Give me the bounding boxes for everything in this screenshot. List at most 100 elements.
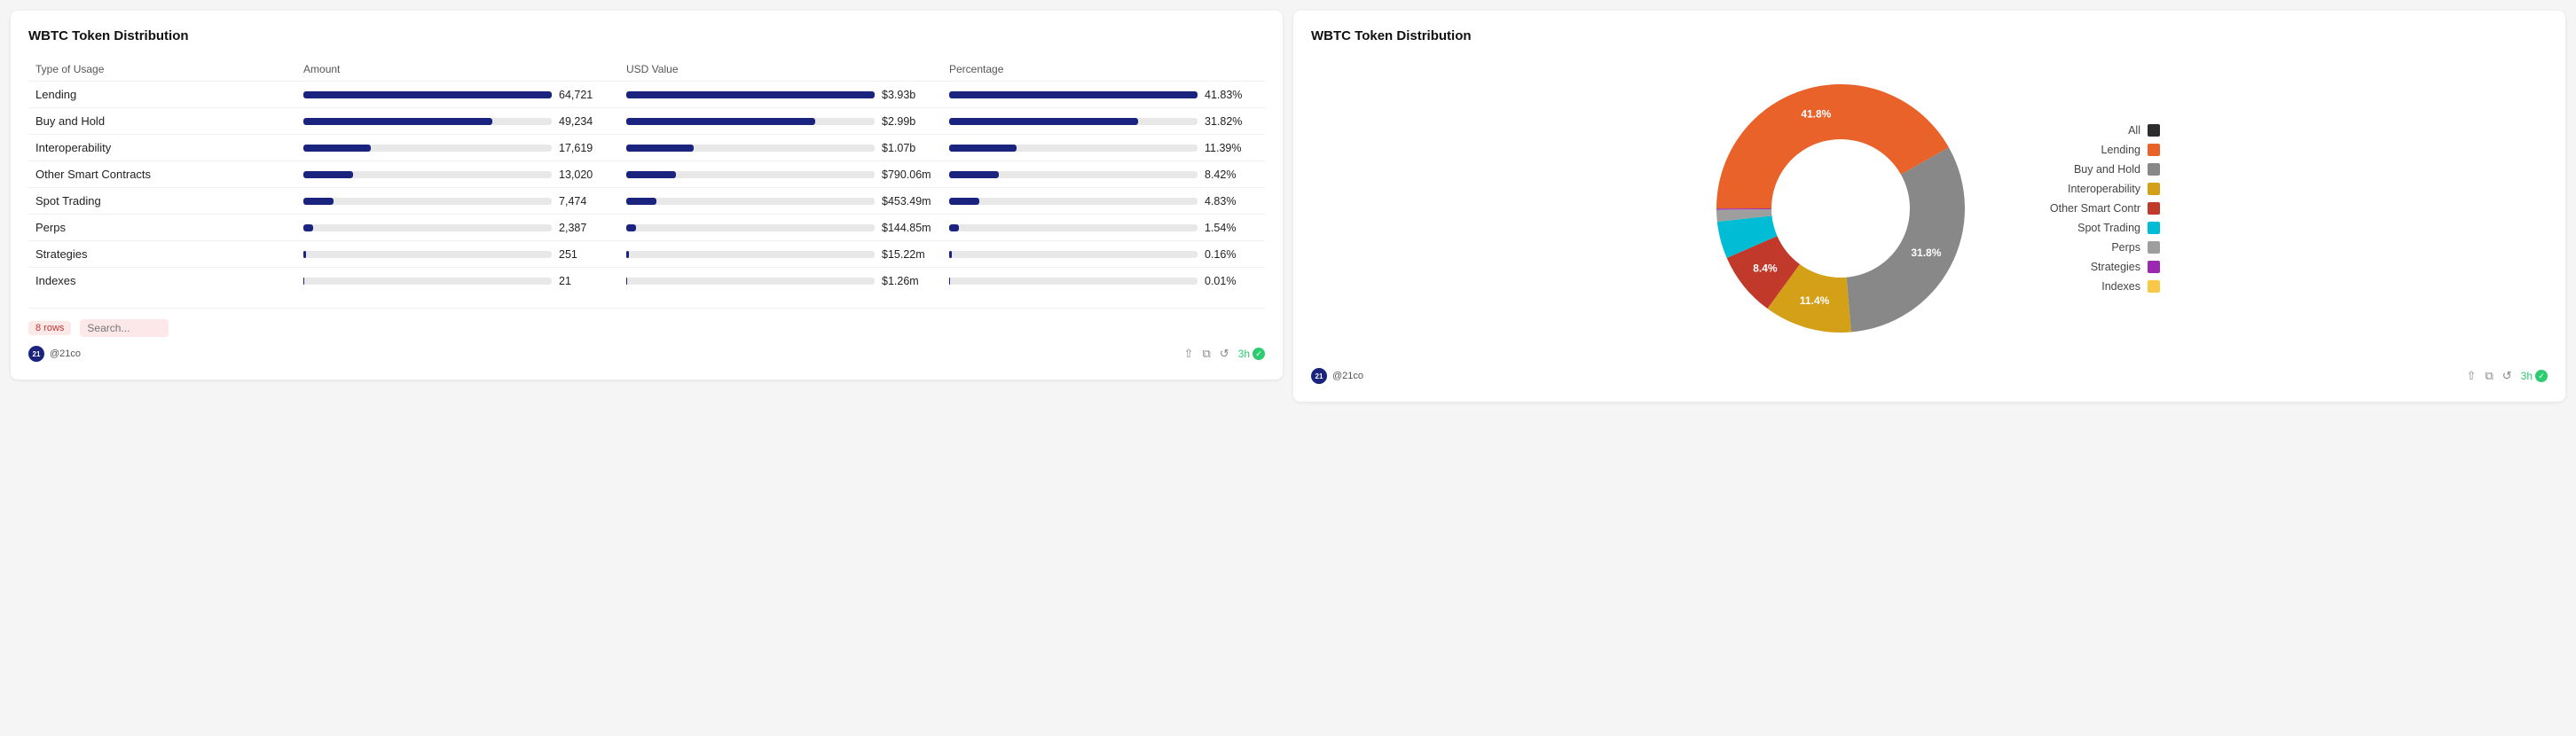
chart-content: 41.8%31.8%11.4%8.4% All Lending Buy and … bbox=[1311, 58, 2548, 359]
right-refresh-icon[interactable]: ↺ bbox=[2502, 369, 2512, 383]
rows-badge: 8 rows bbox=[28, 321, 71, 335]
cell-pct: 11.39% bbox=[942, 135, 1265, 161]
segment-label-0: 41.8% bbox=[1801, 108, 1831, 121]
cell-pct: 8.42% bbox=[942, 161, 1265, 188]
legend-item-8: Indexes bbox=[2018, 280, 2160, 293]
legend-label-0: All bbox=[2018, 124, 2140, 137]
cell-pct: 41.83% bbox=[942, 82, 1265, 108]
share-icon[interactable]: ⇧ bbox=[1184, 347, 1194, 361]
table-row: Interoperability 17,619 $1.07b 11.39% bbox=[28, 135, 1265, 161]
cell-amount: 2,387 bbox=[296, 215, 619, 241]
right-time-badge: 3h ✓ bbox=[2521, 370, 2548, 382]
check-icon: ✓ bbox=[1253, 348, 1265, 360]
table-row: Lending 64,721 $3.93b 41.83% bbox=[28, 82, 1265, 108]
cell-type: Strategies bbox=[28, 241, 296, 268]
legend-item-0: All bbox=[2018, 124, 2160, 137]
time-value: 3h bbox=[1238, 348, 1250, 360]
legend-swatch-1 bbox=[2148, 144, 2160, 156]
distribution-table: Type of Usage Amount USD Value Percentag… bbox=[28, 58, 1265, 294]
cell-pct: 0.16% bbox=[942, 241, 1265, 268]
legend-swatch-6 bbox=[2148, 241, 2160, 254]
left-panel-title: WBTC Token Distribution bbox=[28, 28, 1265, 43]
cell-usd: $3.93b bbox=[619, 82, 942, 108]
cell-type: Perps bbox=[28, 215, 296, 241]
cell-type: Spot Trading bbox=[28, 188, 296, 215]
cell-amount: 21 bbox=[296, 268, 619, 294]
cell-usd: $1.26m bbox=[619, 268, 942, 294]
cell-amount: 13,020 bbox=[296, 161, 619, 188]
cell-amount: 49,234 bbox=[296, 108, 619, 135]
donut-center bbox=[1783, 151, 1898, 266]
right-panel: WBTC Token Distribution 41.8%31.8%11.4%8… bbox=[1293, 11, 2565, 402]
cell-pct: 31.82% bbox=[942, 108, 1265, 135]
cell-type: Buy and Hold bbox=[28, 108, 296, 135]
right-avatar-icon: 21 bbox=[1311, 368, 1327, 384]
cell-type: Other Smart Contracts bbox=[28, 161, 296, 188]
right-copy-icon[interactable]: ⧉ bbox=[2485, 369, 2493, 383]
donut-chart: 41.8%31.8%11.4%8.4% bbox=[1699, 67, 1983, 350]
table-row: Spot Trading 7,474 $453.49m 4.83% bbox=[28, 188, 1265, 215]
cell-amount: 17,619 bbox=[296, 135, 619, 161]
right-author-label: 21 @21co bbox=[1311, 368, 1363, 384]
col-pct: Percentage bbox=[942, 58, 1265, 82]
segment-label-2: 11.4% bbox=[1800, 294, 1830, 307]
author-label: 21 @21co bbox=[28, 346, 81, 362]
legend-item-7: Strategies bbox=[2018, 261, 2160, 273]
left-bottom-bar: 21 @21co ⇧ ⧉ ↺ 3h ✓ bbox=[28, 346, 1265, 362]
cell-amount: 7,474 bbox=[296, 188, 619, 215]
legend-swatch-0 bbox=[2148, 124, 2160, 137]
cell-usd: $790.06m bbox=[619, 161, 942, 188]
legend-item-6: Perps bbox=[2018, 241, 2160, 254]
time-badge: 3h ✓ bbox=[1238, 348, 1265, 360]
cell-type: Indexes bbox=[28, 268, 296, 294]
legend-item-1: Lending bbox=[2018, 144, 2160, 156]
legend-label-3: Interoperability bbox=[2018, 183, 2140, 195]
refresh-icon[interactable]: ↺ bbox=[1220, 347, 1229, 361]
legend-swatch-3 bbox=[2148, 183, 2160, 195]
table-row: Perps 2,387 $144.85m 1.54% bbox=[28, 215, 1265, 241]
cell-amount: 64,721 bbox=[296, 82, 619, 108]
col-type: Type of Usage bbox=[28, 58, 296, 82]
table-row: Buy and Hold 49,234 $2.99b 31.82% bbox=[28, 108, 1265, 135]
legend-swatch-4 bbox=[2148, 202, 2160, 215]
legend-label-2: Buy and Hold bbox=[2018, 163, 2140, 176]
cell-usd: $15.22m bbox=[619, 241, 942, 268]
copy-icon[interactable]: ⧉ bbox=[1202, 347, 1210, 361]
right-action-icons: ⇧ ⧉ ↺ 3h ✓ bbox=[2467, 369, 2548, 383]
legend-swatch-7 bbox=[2148, 261, 2160, 273]
table-row: Other Smart Contracts 13,020 $790.06m 8.… bbox=[28, 161, 1265, 188]
col-usd: USD Value bbox=[619, 58, 942, 82]
author-text: @21co bbox=[50, 348, 81, 359]
right-share-icon[interactable]: ⇧ bbox=[2467, 369, 2477, 383]
legend-label-8: Indexes bbox=[2018, 280, 2140, 293]
avatar-icon: 21 bbox=[28, 346, 44, 362]
legend-swatch-5 bbox=[2148, 222, 2160, 234]
right-check-icon: ✓ bbox=[2535, 370, 2548, 382]
legend-swatch-8 bbox=[2148, 280, 2160, 293]
legend-item-4: Other Smart Contr bbox=[2018, 202, 2160, 215]
table-footer: 8 rows bbox=[28, 308, 1265, 337]
cell-usd: $453.49m bbox=[619, 188, 942, 215]
table-row: Indexes 21 $1.26m 0.01% bbox=[28, 268, 1265, 294]
legend-swatch-2 bbox=[2148, 163, 2160, 176]
legend-item-2: Buy and Hold bbox=[2018, 163, 2160, 176]
cell-pct: 1.54% bbox=[942, 215, 1265, 241]
cell-type: Interoperability bbox=[28, 135, 296, 161]
cell-pct: 0.01% bbox=[942, 268, 1265, 294]
action-icons: ⇧ ⧉ ↺ 3h ✓ bbox=[1184, 347, 1265, 361]
legend-label-5: Spot Trading bbox=[2018, 222, 2140, 234]
segment-label-3: 8.4% bbox=[1753, 262, 1778, 274]
col-amount: Amount bbox=[296, 58, 619, 82]
search-input[interactable] bbox=[80, 319, 169, 337]
chart-legend: All Lending Buy and Hold Interoperabilit… bbox=[2018, 124, 2160, 293]
legend-label-4: Other Smart Contr bbox=[2018, 202, 2140, 215]
legend-item-3: Interoperability bbox=[2018, 183, 2160, 195]
cell-amount: 251 bbox=[296, 241, 619, 268]
cell-pct: 4.83% bbox=[942, 188, 1265, 215]
cell-usd: $2.99b bbox=[619, 108, 942, 135]
cell-type: Lending bbox=[28, 82, 296, 108]
left-panel: WBTC Token Distribution Type of Usage Am… bbox=[11, 11, 1283, 380]
legend-label-1: Lending bbox=[2018, 144, 2140, 156]
cell-usd: $144.85m bbox=[619, 215, 942, 241]
right-panel-title: WBTC Token Distribution bbox=[1311, 28, 2548, 43]
